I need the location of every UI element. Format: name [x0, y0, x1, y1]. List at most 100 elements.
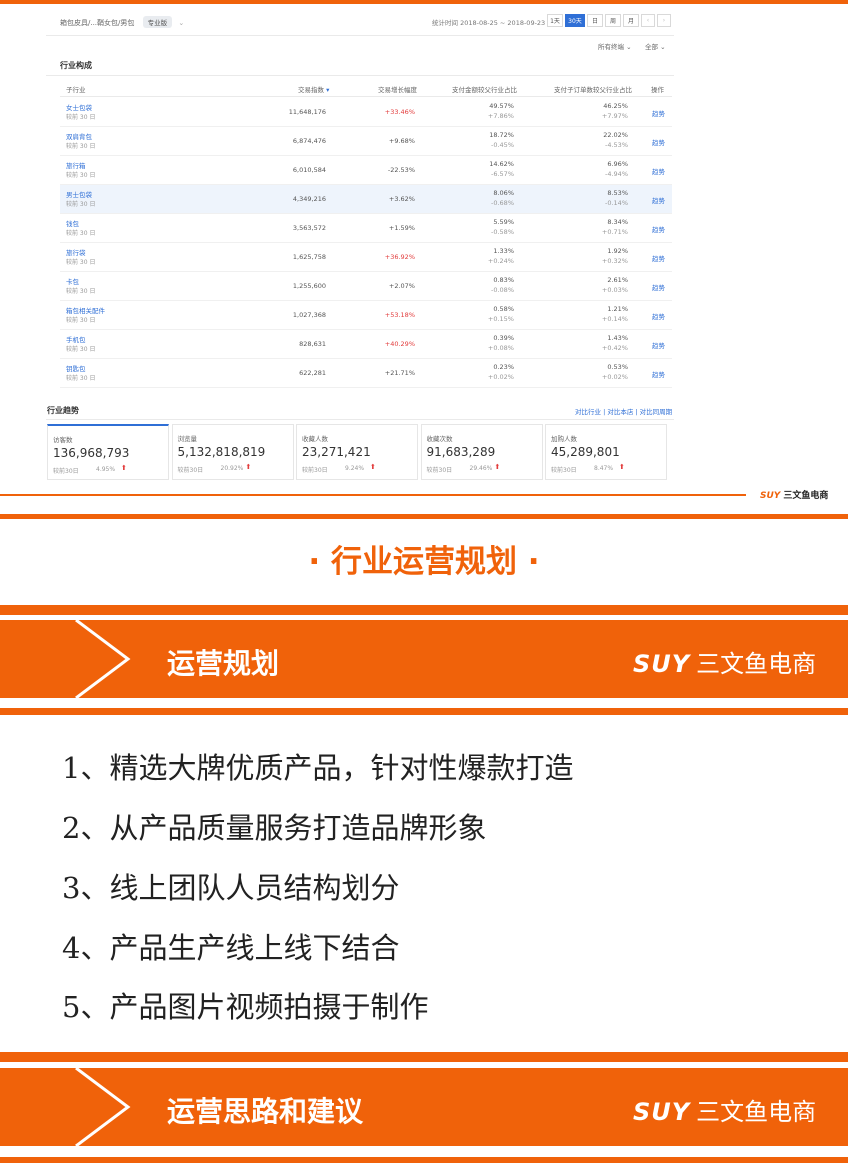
trend-card[interactable]: 收藏次数 91,683,289 较前30日 29.46% ⬆ [420, 424, 543, 480]
chevron-down-icon[interactable]: ⌄ [178, 19, 184, 27]
subindustry-name[interactable]: 男士包袋 [66, 189, 92, 199]
subindustry-name[interactable]: 女士包袋 [66, 102, 92, 112]
sub-order-share: 22.02% [603, 131, 628, 139]
trend-card[interactable]: 访客数 136,968,793 较前30日 4.95% ⬆ [47, 424, 169, 480]
metric-compare: 较前30日 [551, 467, 577, 474]
range-30d-button[interactable]: 30天 [565, 14, 585, 27]
subindustry-name[interactable]: 箱包相关配件 [66, 305, 105, 315]
trend-card[interactable]: 加购人数 45,289,801 较前30日 8.47% ⬆ [545, 424, 667, 480]
divider [46, 419, 674, 420]
plan-item-3: 3、线上团队人员结构划分 [62, 871, 400, 905]
trade-growth: +2.07% [388, 282, 415, 290]
sub-order-share: 1.43% [607, 334, 628, 342]
trend-link[interactable]: 趋势 [652, 224, 665, 234]
trend-link[interactable]: 趋势 [652, 166, 665, 176]
compare-period: 较前 30 日 [66, 346, 96, 353]
subindustry-name[interactable]: 旅行袋 [66, 247, 86, 257]
trade-growth: +1.59% [388, 224, 415, 232]
trade-index: 11,648,176 [288, 108, 326, 116]
metric-value: 23,271,421 [302, 445, 371, 459]
trend-link[interactable]: 趋势 [652, 253, 665, 263]
metric-compare: 较前30日 [302, 467, 328, 474]
header-index[interactable]: 交易指数 ▾ [298, 84, 329, 94]
subindustry-name[interactable]: 卡包 [66, 276, 79, 286]
chevron-right-icon [75, 620, 131, 698]
all-filter[interactable]: 全部 ⌄ [645, 41, 666, 51]
pay-amount-change: -0.45% [491, 141, 514, 149]
table-row[interactable]: 钱包 较前 30 日 3,563,572 +1.59% 5.59% -0.58% 8.34%… [60, 214, 672, 243]
chevron-down-icon: ⌄ [660, 43, 666, 51]
table-row[interactable]: 旅行箱 较前 30 日 6,010,584 -22.53% 14.62% -6.57% 6.… [60, 156, 672, 185]
compare-period: 较前 30 日 [66, 375, 96, 382]
table-row[interactable]: 卡包 较前 30 日 1,255,600 +2.07% 0.83% -0.08% 2.61%… [60, 272, 672, 301]
trade-index: 6,010,584 [292, 166, 326, 174]
trend-link[interactable]: 趋势 [652, 311, 665, 321]
accent-bar [0, 1052, 848, 1062]
plan-item-5: 5、产品图片视频拍摄于制作 [62, 990, 429, 1024]
metric-value: 91,683,289 [426, 445, 496, 459]
range-week-button[interactable]: 周 [605, 14, 621, 27]
compare-links[interactable]: 对比行业 | 对比本店 | 对比同周期 [575, 406, 672, 416]
industry-title: 行业构成 [60, 61, 92, 70]
divider-line [0, 494, 746, 496]
trend-card[interactable]: 收藏人数 23,271,421 较前30日 9.24% ⬆ [296, 424, 418, 480]
table-row[interactable]: 女士包袋 较前 30 日 11,648,176 +33.46% 49.57% +7.86%… [60, 98, 672, 127]
chevron-right-icon [75, 1068, 131, 1146]
pay-amount-change: +0.08% [487, 344, 514, 352]
sub-order-change: -4.53% [605, 141, 628, 149]
trade-growth: +33.46% [384, 108, 415, 116]
range-day-button[interactable]: 日 [587, 14, 603, 27]
table-row[interactable]: 双肩背包 较前 30 日 6,874,476 +9.68% 18.72% -0.45% 22… [60, 127, 672, 156]
pay-amount-share: 0.23% [493, 363, 514, 371]
breadcrumb[interactable]: 箱包皮具/...鞘女包/男包 专业版 ⌄ [60, 16, 184, 28]
trade-index: 1,255,600 [292, 282, 326, 290]
metric-compare: 较前30日 [53, 468, 79, 475]
range-1d-button[interactable]: 1天 [547, 14, 563, 27]
trend-link[interactable]: 趋势 [652, 340, 665, 350]
sub-order-share: 8.53% [607, 189, 628, 197]
table-row[interactable]: 箱包相关配件 较前 30 日 1,027,368 +53.18% 0.58% +0.15%… [60, 301, 672, 330]
trend-card[interactable]: 浏览量 5,132,818,819 较前30日 20.92% ⬆ [171, 424, 294, 480]
sub-order-share: 6.96% [607, 160, 628, 168]
metric-value: 5,132,818,819 [177, 445, 266, 459]
trend-link[interactable]: 趋势 [652, 369, 665, 379]
section-heading: · 行业运营规划 · [308, 544, 540, 580]
subindustry-name[interactable]: 钥匙包 [66, 363, 86, 373]
stat-time: 统计时间 2018-08-25 ~ 2018-09-23 [432, 19, 546, 27]
trade-growth: +40.29% [384, 340, 415, 348]
brand-logo: SUY 三文鱼电商 [633, 644, 816, 679]
subindustry-name[interactable]: 手机包 [66, 334, 86, 344]
pay-amount-share: 14.62% [489, 160, 514, 168]
trend-link[interactable]: 趋势 [652, 195, 665, 205]
brand-suy: SUY [760, 491, 781, 501]
edition-badge: 专业版 [142, 16, 173, 28]
terminal-filter-label: 所有终端 [598, 43, 624, 51]
brand-name: 三文鱼电商 [783, 491, 829, 501]
table-row[interactable]: 旅行袋 较前 30 日 1,625,758 +36.92% 1.33% +0.24% 1.9… [60, 243, 672, 272]
trade-growth: +21.71% [384, 369, 415, 377]
trend-link[interactable]: 趋势 [652, 137, 665, 147]
sub-order-share: 46.25% [603, 102, 628, 110]
trade-growth: +53.18% [384, 311, 415, 319]
pay-amount-share: 18.72% [489, 131, 514, 139]
trend-link[interactable]: 趋势 [652, 282, 665, 292]
metric-change: 9.24% [345, 465, 365, 472]
terminal-filter[interactable]: 所有终端 ⌄ [598, 41, 632, 51]
next-icon[interactable]: › [657, 14, 671, 27]
prev-icon[interactable]: ‹ [641, 14, 655, 27]
range-month-button[interactable]: 月 [623, 14, 639, 27]
table-row[interactable]: 男士包袋 较前 30 日 4,349,216 +3.62% 8.06% -0.68% 8.5… [60, 185, 672, 214]
brand-name: 三文鱼电商 [696, 650, 817, 678]
subindustry-name[interactable]: 旅行箱 [66, 160, 86, 170]
sub-order-share: 2.61% [607, 276, 628, 284]
sub-order-share: 0.53% [607, 363, 628, 371]
subindustry-name[interactable]: 钱包 [66, 218, 79, 228]
trend-link[interactable]: 趋势 [652, 108, 665, 118]
table-row[interactable]: 手机包 较前 30 日 828,631 +40.29% 0.39% +0.08% 1.43%… [60, 330, 672, 359]
compare-period: 较前 30 日 [66, 230, 96, 237]
arrow-up-icon: ⬆ [370, 463, 376, 471]
divider [60, 96, 672, 97]
subindustry-name[interactable]: 双肩背包 [66, 131, 92, 141]
table-row[interactable]: 钥匙包 较前 30 日 622,281 +21.71% 0.23% +0.02% 0.53%… [60, 359, 672, 388]
brand-logo: SUY 三文鱼电商 [633, 1092, 816, 1127]
